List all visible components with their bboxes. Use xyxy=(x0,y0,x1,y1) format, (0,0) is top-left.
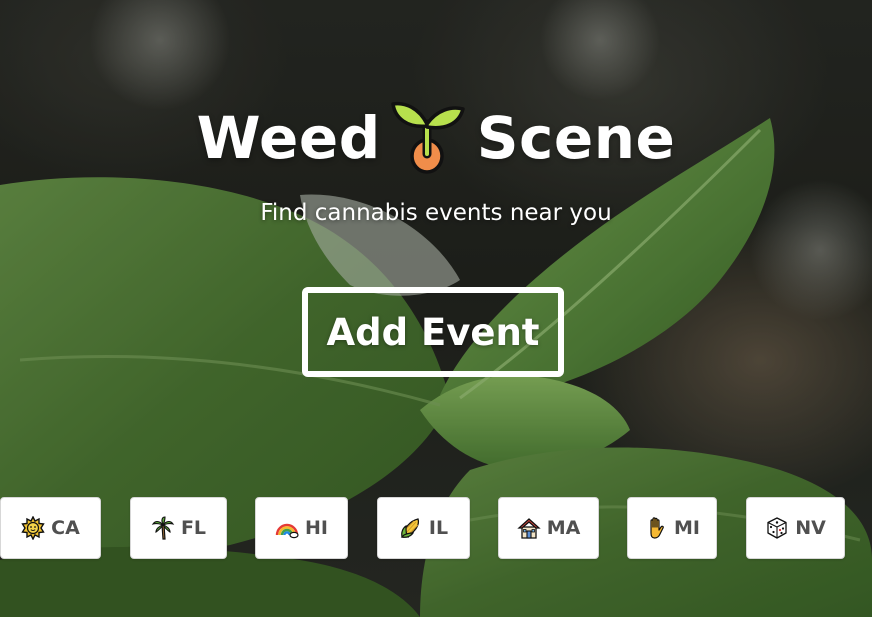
state-label-mi: MI xyxy=(674,517,700,539)
rainbow-icon xyxy=(275,516,299,540)
state-label-il: IL xyxy=(428,517,449,539)
state-label-hi: HI xyxy=(305,517,328,539)
state-label-fl: FL xyxy=(180,517,207,539)
state-button-ca[interactable]: CA xyxy=(0,497,101,559)
site-title-word2: Scene xyxy=(476,104,676,172)
state-button-nv[interactable]: NV xyxy=(746,497,845,559)
state-label-ca: CA xyxy=(51,517,80,539)
house-icon xyxy=(516,516,541,540)
sun-icon xyxy=(21,515,45,541)
dice-icon xyxy=(765,516,789,540)
site-title-word1: Weed xyxy=(196,104,381,172)
state-button-ma[interactable]: MA xyxy=(498,497,599,559)
state-label-nv: NV xyxy=(795,517,826,539)
state-label-ma: MA xyxy=(546,517,581,539)
raised-hand-icon xyxy=(644,516,668,540)
site-title: Weed Scene xyxy=(0,96,872,180)
seedling-icon xyxy=(389,96,467,180)
state-button-hi[interactable]: HI xyxy=(255,497,348,559)
state-button-mi[interactable]: MI xyxy=(627,497,717,559)
corn-icon xyxy=(399,516,423,540)
tagline: Find cannabis events near you xyxy=(260,200,612,226)
state-button-fl[interactable]: FL xyxy=(130,497,227,559)
palm-tree-icon xyxy=(151,516,175,540)
state-button-il[interactable]: IL xyxy=(377,497,470,559)
add-event-button[interactable]: Add Event xyxy=(302,287,564,377)
